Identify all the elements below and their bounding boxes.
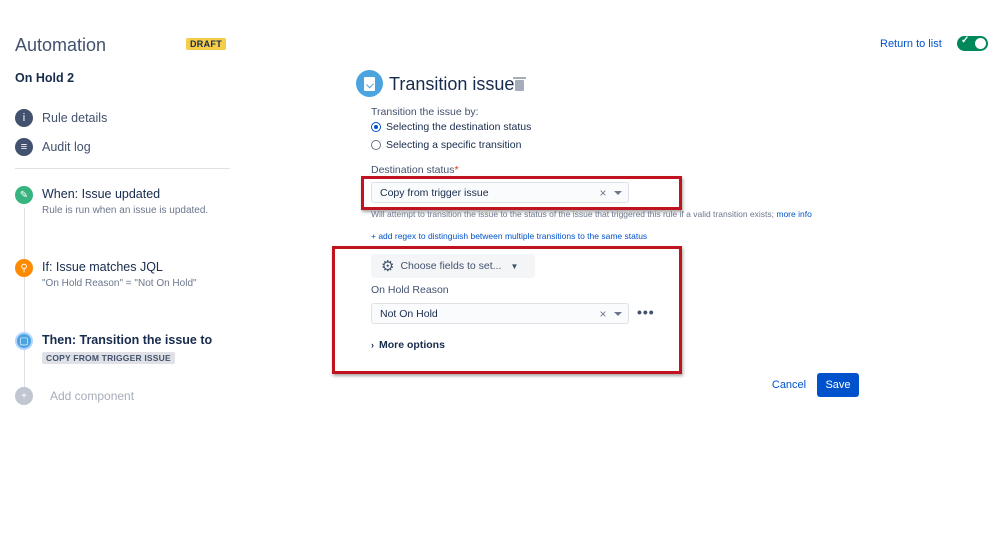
trash-icon[interactable] bbox=[513, 77, 526, 91]
step-title: If: Issue matches JQL bbox=[42, 260, 163, 274]
nav-label: Audit log bbox=[42, 140, 91, 154]
required-mark: * bbox=[454, 164, 459, 176]
chevron-right-icon: › bbox=[371, 340, 374, 350]
destination-status-text: Destination status bbox=[371, 164, 455, 176]
transition-icon: ▢ bbox=[15, 332, 33, 350]
more-info-link[interactable]: more info bbox=[776, 209, 811, 219]
return-to-list-link[interactable]: Return to list bbox=[880, 38, 942, 50]
divider bbox=[15, 168, 230, 169]
pencil-icon: ✎ bbox=[15, 186, 33, 204]
timeline-line bbox=[24, 208, 25, 398]
radio-label: Selecting a specific transition bbox=[386, 139, 522, 151]
on-hold-reason-select[interactable]: Not On Hold × bbox=[371, 303, 629, 324]
check-icon: ✓ bbox=[961, 35, 970, 46]
transition-icon bbox=[356, 70, 383, 97]
step-subtitle: Rule is run when an issue is updated. bbox=[42, 205, 209, 216]
save-button[interactable]: Save bbox=[817, 373, 859, 397]
step-badge: COPY FROM TRIGGER ISSUE bbox=[42, 352, 175, 364]
step-title: When: Issue updated bbox=[42, 187, 161, 201]
radio-button bbox=[371, 140, 381, 150]
on-hold-reason-value: Not On Hold bbox=[380, 307, 438, 320]
chevron-down-icon bbox=[614, 311, 622, 316]
more-options-label: More options bbox=[379, 339, 445, 351]
step-title: Then: Transition the issue to bbox=[42, 333, 213, 347]
clear-icon[interactable]: × bbox=[596, 186, 610, 200]
panel-title: Transition issue bbox=[389, 74, 515, 94]
search-icon: ⚲ bbox=[15, 259, 33, 277]
choose-fields-button[interactable]: ⚙ Choose fields to set... ▼ bbox=[371, 254, 535, 278]
chevron-down-icon: ▼ bbox=[510, 261, 519, 271]
step-subtitle: "On Hold Reason" = "Not On Hold" bbox=[42, 278, 197, 289]
destination-status-label: Destination status* bbox=[371, 164, 459, 176]
add-component-button[interactable]: + Add component bbox=[15, 387, 134, 405]
radio-destination-status[interactable]: Selecting the destination status bbox=[371, 121, 531, 133]
radio-label: Selecting the destination status bbox=[386, 121, 532, 133]
destination-status-value: Copy from trigger issue bbox=[380, 186, 489, 199]
toggle-knob bbox=[975, 38, 986, 49]
app-title: Automation bbox=[15, 35, 107, 55]
radio-button bbox=[371, 122, 381, 132]
destination-status-select[interactable]: Copy from trigger issue × bbox=[371, 182, 629, 203]
nav-audit-log[interactable]: ≡ Audit log bbox=[15, 137, 91, 157]
rule-name: On Hold 2 bbox=[15, 71, 75, 85]
choose-fields-label: Choose fields to set... bbox=[400, 260, 502, 272]
add-regex-link[interactable]: + add regex to distinguish between multi… bbox=[371, 231, 647, 241]
add-component-label: Add component bbox=[50, 389, 135, 403]
rule-enabled-toggle[interactable]: ✓ bbox=[957, 35, 988, 51]
on-hold-reason-label: On Hold Reason bbox=[371, 284, 449, 296]
more-actions-icon[interactable]: ••• bbox=[637, 304, 655, 320]
helper-text: Will attempt to transition the issue to … bbox=[371, 209, 812, 219]
log-icon: ≡ bbox=[15, 138, 33, 156]
clear-icon[interactable]: × bbox=[596, 307, 610, 321]
draft-badge: DRAFT bbox=[186, 38, 226, 50]
transition-by-label: Transition the issue by: bbox=[371, 106, 479, 118]
nav-label: Rule details bbox=[42, 111, 108, 125]
chevron-down-icon bbox=[614, 190, 622, 195]
plus-icon: + bbox=[15, 387, 33, 405]
more-options-toggle[interactable]: › More options bbox=[371, 339, 445, 351]
nav-rule-details[interactable]: i Rule details bbox=[15, 108, 107, 128]
cancel-button[interactable]: Cancel bbox=[765, 373, 813, 397]
gear-icon: ⚙ bbox=[381, 258, 395, 275]
helper-text-content: Will attempt to transition the issue to … bbox=[371, 209, 774, 219]
radio-specific-transition[interactable]: Selecting a specific transition bbox=[371, 139, 521, 151]
info-icon: i bbox=[15, 109, 33, 127]
